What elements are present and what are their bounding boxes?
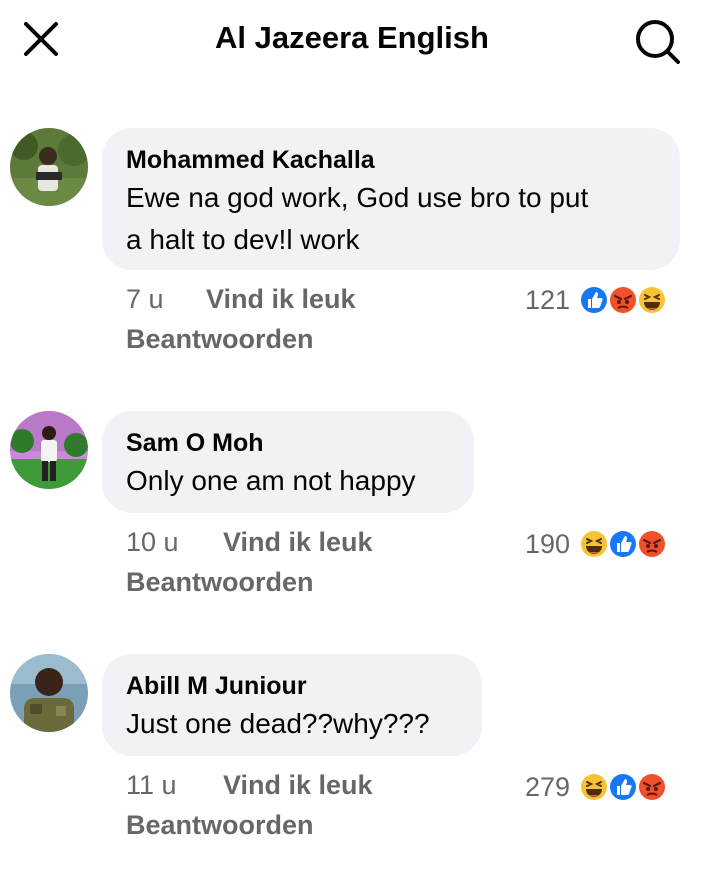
comment-author[interactable]: Abill M Juniour bbox=[126, 670, 458, 702]
angry-icon bbox=[608, 285, 638, 315]
comment-time: 10 u bbox=[126, 527, 179, 557]
reply-button[interactable]: Beantwoorden bbox=[126, 567, 314, 598]
like-icon bbox=[608, 772, 638, 802]
comment-text-line: Only one am not happy bbox=[126, 465, 416, 496]
like-button[interactable]: Vind ik leuk bbox=[223, 527, 373, 558]
haha-icon bbox=[637, 285, 667, 315]
comment-author[interactable]: Sam O Moh bbox=[126, 427, 450, 459]
like-button[interactable]: Vind ik leuk bbox=[223, 770, 373, 801]
reaction-count: 279 bbox=[524, 772, 570, 802]
like-icon bbox=[608, 529, 638, 559]
reaction-summary[interactable]: 279 bbox=[478, 770, 678, 806]
comment-bubble[interactable]: Abill M Juniour Just one dead??why??? bbox=[102, 654, 482, 756]
reaction-count: 190 bbox=[524, 529, 570, 559]
reaction-summary[interactable]: 190 bbox=[478, 527, 678, 563]
angry-icon bbox=[637, 529, 667, 559]
like-icon bbox=[579, 285, 609, 315]
haha-icon bbox=[579, 772, 609, 802]
comment-text-line: Just one dead??why??? bbox=[126, 708, 430, 739]
reaction-summary[interactable]: 121 bbox=[478, 283, 678, 319]
page-title: Al Jazeera English bbox=[215, 20, 489, 55]
comment-bubble[interactable]: Mohammed Kachalla Ewe na god work, God u… bbox=[102, 128, 680, 270]
reaction-count: 121 bbox=[524, 285, 570, 315]
comment-time: 11 u bbox=[126, 770, 177, 800]
comment-time: 7 u bbox=[126, 284, 164, 314]
avatar[interactable] bbox=[10, 411, 88, 489]
comment-item: Sam O Moh Only one am not happy 10 u Vin… bbox=[0, 411, 704, 611]
avatar[interactable] bbox=[10, 128, 88, 206]
top-bar: Al Jazeera English bbox=[0, 0, 704, 80]
search-icon[interactable] bbox=[630, 14, 684, 68]
reply-button[interactable]: Beantwoorden bbox=[126, 324, 314, 355]
reply-button[interactable]: Beantwoorden bbox=[126, 810, 314, 841]
angry-icon bbox=[637, 772, 667, 802]
comment-item: Mohammed Kachalla Ewe na god work, God u… bbox=[0, 128, 704, 368]
avatar[interactable] bbox=[10, 654, 88, 732]
comment-item: Abill M Juniour Just one dead??why??? 11… bbox=[0, 654, 704, 854]
comment-text-line: Ewe na god work, God use bro to put bbox=[126, 182, 589, 213]
comment-text-line: a halt to dev!l work bbox=[126, 224, 360, 255]
comment-author[interactable]: Mohammed Kachalla bbox=[126, 144, 656, 176]
like-button[interactable]: Vind ik leuk bbox=[206, 284, 356, 315]
comment-bubble[interactable]: Sam O Moh Only one am not happy bbox=[102, 411, 474, 513]
haha-icon bbox=[579, 529, 609, 559]
